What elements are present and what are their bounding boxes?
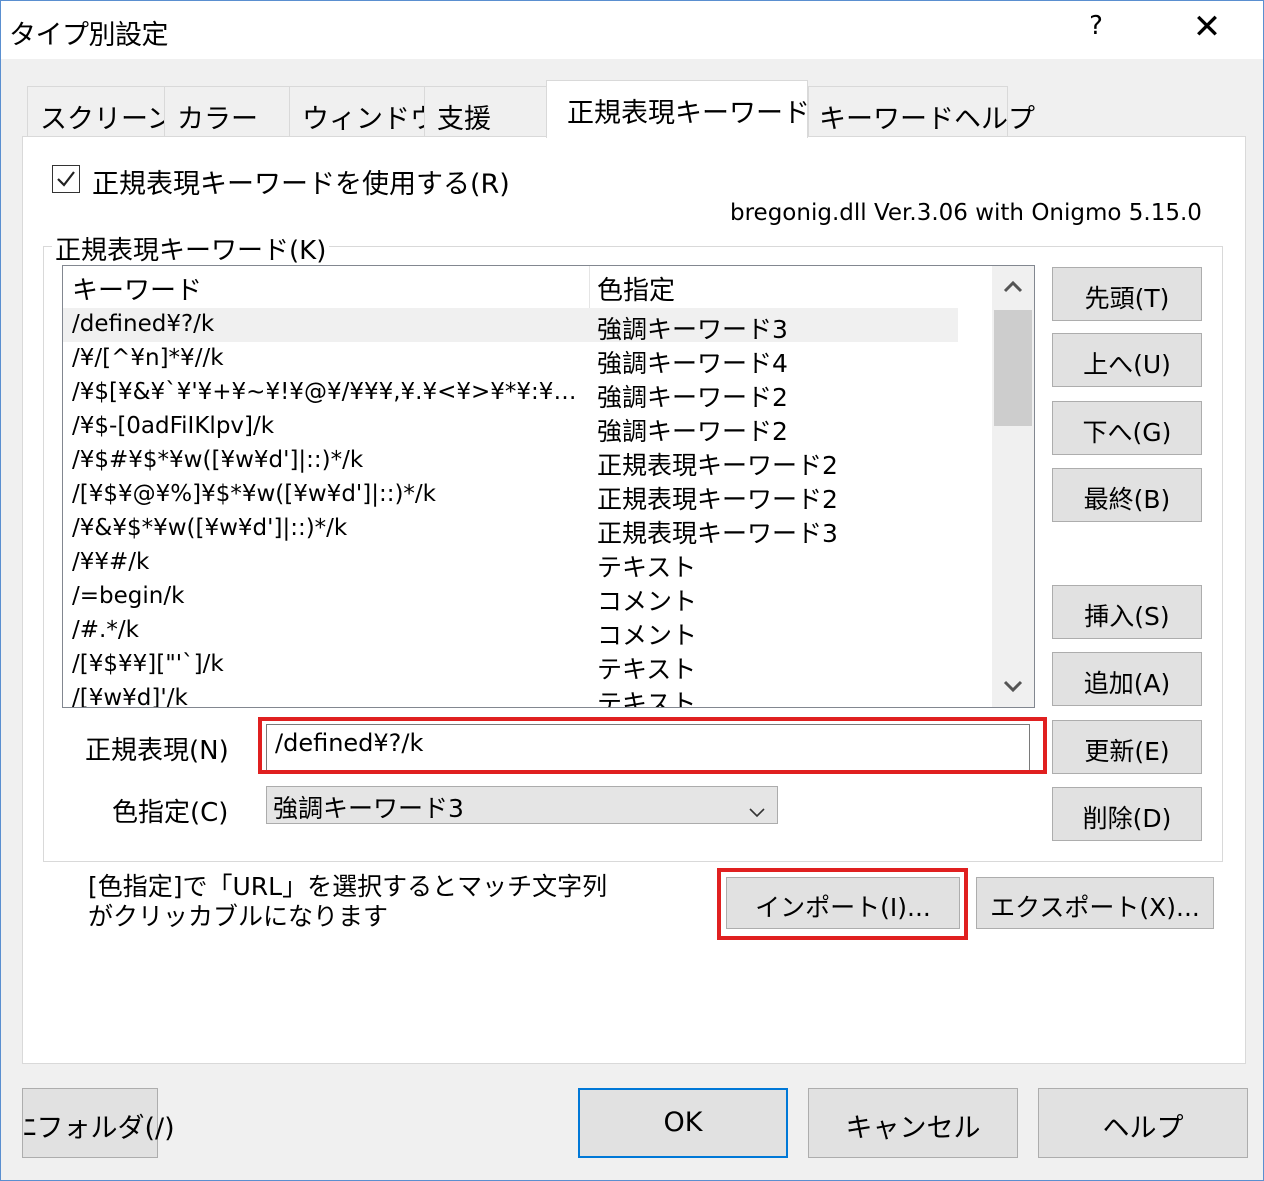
color-select-value: 強調キーワード3	[273, 794, 464, 823]
table-row[interactable]: /¥$#¥$*¥w([¥w¥d']|::)*/k 正規表現キーワード2	[63, 444, 958, 480]
tab-regex-keyword[interactable]: 正規表現キーワード	[546, 80, 810, 138]
close-icon[interactable]: ✕	[1187, 7, 1227, 47]
row-keyword: /[¥$¥@¥%]¥$*¥w([¥w¥d']|::)*/k	[72, 481, 437, 507]
table-row[interactable]: /¥¥#/k テキスト	[63, 546, 958, 582]
tab-window[interactable]: ウィンドウ	[289, 86, 437, 138]
use-regex-checkbox[interactable]	[52, 165, 80, 193]
row-keyword: /[¥w¥d]'/k	[72, 685, 188, 708]
row-keyword: /#.*/k	[72, 617, 139, 643]
chevron-down-icon	[747, 797, 767, 826]
row-keyword: /¥$-[0adFiIKlpv]/k	[72, 413, 275, 439]
row-keyword: /¥$[¥&¥`¥'¥+¥~¥!¥@¥/¥¥¥,¥.¥<¥>¥*¥:¥"…	[72, 379, 587, 405]
insert-button[interactable]: 挿入(S)	[1052, 585, 1202, 639]
row-keyword: /¥$#¥$*¥w([¥w¥d']|::)*/k	[72, 447, 364, 473]
row-color: 正規表現キーワード2	[597, 485, 838, 514]
row-keyword: /¥/[^¥n]*¥//k	[72, 345, 224, 371]
row-color: 強調キーワード4	[597, 349, 788, 378]
list-rows: /defined¥?/k 強調キーワード3 /¥/[^¥n]*¥//k 強調キーワード…	[63, 308, 993, 708]
regex-input[interactable]: /defined¥?/k	[266, 724, 1030, 772]
row-keyword: /¥¥#/k	[72, 549, 150, 575]
import-button[interactable]: インポート(I)...	[726, 877, 960, 929]
column-divider[interactable]	[589, 266, 590, 308]
tab-support[interactable]: 支援	[424, 86, 548, 138]
tab-keyword-help[interactable]: キーワードヘルプ	[808, 86, 1035, 138]
column-header-color[interactable]: 色指定	[597, 270, 675, 307]
table-row[interactable]: /defined¥?/k 強調キーワード3	[63, 308, 958, 344]
title-bar: タイプ別設定 ? ✕	[1, 1, 1263, 59]
delete-button[interactable]: 削除(D)	[1052, 787, 1202, 841]
table-row[interactable]: /[¥w¥d]'/k テキスト	[63, 682, 958, 708]
regex-label: 正規表現(N)	[85, 736, 229, 766]
list-scrollbar[interactable]	[992, 266, 1034, 707]
row-color: コメント	[597, 621, 698, 650]
color-label: 色指定(C)	[112, 798, 229, 828]
color-select[interactable]: 強調キーワード3	[266, 786, 778, 824]
row-color: テキスト	[597, 689, 697, 708]
add-button[interactable]: 追加(A)	[1052, 652, 1202, 706]
version-text: bregonig.dll Ver.3.06 with Onigmo 5.15.0	[730, 200, 1202, 226]
group-legend: 正規表現キーワード(K)	[52, 230, 330, 267]
table-row[interactable]: /[¥$¥@¥%]¥$*¥w([¥w¥d']|::)*/k 正規表現キーワード2	[63, 478, 958, 514]
table-row[interactable]: /¥$[¥&¥`¥'¥+¥~¥!¥@¥/¥¥¥,¥.¥<¥>¥*¥:¥"… 強調キ…	[63, 376, 958, 412]
row-color: 正規表現キーワード3	[597, 519, 838, 548]
url-note: [色指定]で「URL」を選択するとマッチ文字列 がクリッカブルになります	[88, 872, 607, 932]
move-down-button[interactable]: 下へ(G)	[1052, 401, 1202, 455]
folder-button[interactable]: ﾆフォルダ(/)	[22, 1088, 175, 1158]
table-row[interactable]: /¥&¥$*¥w([¥w¥d']|::)*/k 正規表現キーワード3	[63, 512, 958, 548]
tab-color[interactable]: カラー	[164, 86, 290, 138]
keyword-list[interactable]: キーワード 色指定 /defined¥?/k 強調キーワード3/¥/[^¥n]*¥…	[62, 265, 1035, 708]
row-color: 正規表現キーワード2	[597, 451, 838, 480]
row-color: 強調キーワード2	[597, 383, 788, 412]
row-color: テキスト	[597, 655, 697, 684]
checkmark-icon	[57, 171, 75, 187]
row-keyword: /¥&¥$*¥w([¥w¥d']|::)*/k	[72, 515, 348, 541]
tab-screen[interactable]: スクリーン	[27, 86, 174, 138]
move-last-button[interactable]: 最終(B)	[1052, 468, 1202, 522]
row-keyword: /=begin/k	[72, 583, 185, 609]
row-keyword: /defined¥?/k	[72, 311, 215, 337]
move-top-button[interactable]: 先頭(T)	[1052, 267, 1202, 321]
row-keyword: /[¥$¥¥]["'`]/k	[72, 651, 224, 677]
url-note-line1: [色指定]で「URL」を選択するとマッチ文字列	[88, 872, 608, 901]
column-header-keyword[interactable]: キーワード	[72, 270, 202, 307]
scroll-up-icon[interactable]	[992, 266, 1034, 308]
table-row[interactable]: /=begin/k コメント	[63, 580, 958, 616]
row-color: コメント	[597, 587, 698, 616]
table-row[interactable]: /¥/[^¥n]*¥//k 強調キーワード4	[63, 342, 958, 378]
window-title: タイプ別設定	[9, 20, 169, 51]
list-header: キーワード 色指定	[63, 266, 993, 308]
table-row[interactable]: /[¥$¥¥]["'`]/k テキスト	[63, 648, 958, 684]
table-row[interactable]: /#.*/k コメント	[63, 614, 958, 650]
table-row[interactable]: /¥$-[0adFiIKlpv]/k 強調キーワード2	[63, 410, 958, 446]
row-color: 強調キーワード2	[597, 417, 788, 446]
use-regex-label[interactable]: 正規表現キーワードを使用する(R)	[92, 162, 510, 201]
export-button[interactable]: エクスポート(X)...	[976, 877, 1214, 929]
help-button[interactable]: ヘルプ	[1038, 1088, 1248, 1158]
move-up-button[interactable]: 上へ(U)	[1052, 333, 1202, 387]
url-note-line2: がクリッカブルになります	[88, 902, 389, 931]
scroll-down-icon[interactable]	[992, 665, 1034, 707]
scroll-thumb[interactable]	[994, 310, 1032, 426]
row-color: 強調キーワード3	[597, 315, 788, 344]
row-color: テキスト	[597, 553, 697, 582]
ok-button[interactable]: OK	[578, 1088, 788, 1158]
help-icon[interactable]: ?	[1081, 11, 1111, 41]
cancel-button[interactable]: キャンセル	[808, 1088, 1018, 1158]
update-button[interactable]: 更新(E)	[1052, 720, 1202, 774]
